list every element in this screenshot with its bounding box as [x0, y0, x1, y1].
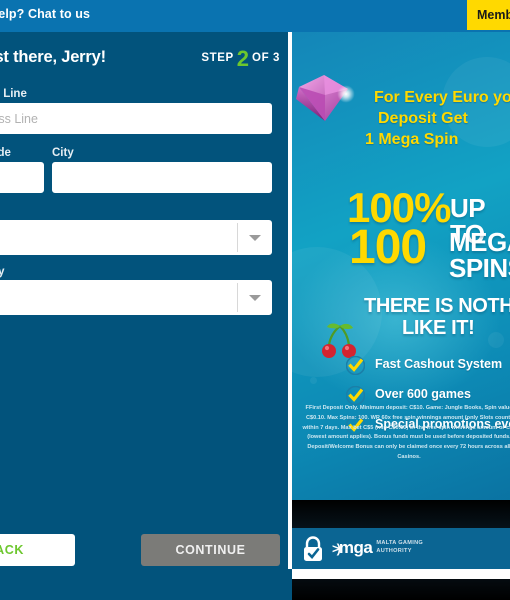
form-header: Almost there, Jerry! STEP2OF 3	[0, 32, 288, 80]
promo-amount: 100	[349, 221, 427, 274]
country-select-box[interactable]	[0, 220, 272, 255]
check-icon	[346, 356, 365, 375]
back-button[interactable]: BACK	[0, 534, 75, 566]
currency-select[interactable]	[0, 280, 272, 315]
promo-headline-2: LIKE IT!	[402, 317, 475, 339]
promo-line-2: Deposit Get	[378, 110, 468, 127]
feature-label: Fast Cashout System	[375, 357, 503, 371]
promo-terms-text: FFirst Deposit Only. Minimum deposit: C$…	[302, 405, 510, 460]
post-code-input[interactable]	[0, 162, 44, 193]
step-total: OF 3	[252, 52, 280, 64]
chevron-down-icon[interactable]	[249, 295, 261, 301]
promo-mega: MEGA	[449, 227, 510, 257]
city-label: City	[52, 147, 74, 159]
page-root: Need help? Chat to us Members Login Almo…	[0, 0, 510, 600]
decorative-bubble	[310, 377, 317, 384]
footer-bottom-black	[292, 579, 510, 600]
decorative-bubble	[488, 332, 504, 348]
feature-label: Over 600 games	[375, 387, 471, 401]
mga-arrow-icon: >)	[332, 540, 341, 556]
country-select[interactable]	[0, 220, 272, 255]
mga-logo: >)mga MALTA GAMING AUTHORITY	[332, 538, 423, 558]
step-number: 2	[236, 46, 250, 71]
check-icon	[346, 386, 365, 405]
city-input[interactable]	[52, 162, 272, 193]
cherries-icon	[322, 323, 356, 358]
mga-name: mga	[338, 538, 373, 557]
top-bar: Need help? Chat to us	[0, 0, 510, 32]
chevron-down-icon[interactable]	[249, 235, 261, 241]
footer-gap	[292, 500, 510, 528]
mga-footer-bar: >)mga MALTA GAMING AUTHORITY	[292, 528, 510, 569]
promo-spins: SPINS	[449, 253, 510, 283]
promo-headline-1: THERE IS NOTHING	[364, 295, 510, 317]
sparkle-icon	[336, 84, 356, 104]
lock-check-icon	[304, 536, 322, 561]
currency-select-box[interactable]	[0, 280, 272, 315]
page-bottom-fill	[0, 569, 292, 600]
address-line-input[interactable]	[0, 103, 272, 134]
promo-line-3: 1 Mega Spin	[365, 131, 459, 148]
mga-authority-text: MALTA GAMING AUTHORITY	[376, 540, 424, 554]
currency-select-divider	[237, 283, 238, 312]
currency-label: Currency	[0, 266, 5, 278]
chat-to-us-link[interactable]: Need help? Chat to us	[0, 7, 90, 21]
country-select-divider	[237, 223, 238, 252]
continue-button[interactable]: CONTINUE	[141, 534, 280, 566]
post-code-label: Post Code	[0, 147, 11, 159]
promo-line-1: For Every Euro you	[374, 89, 510, 106]
step-label: STEP	[201, 52, 234, 64]
address-line-label: Address Line	[0, 88, 27, 100]
feature-item: Fast Cashout System	[346, 356, 510, 378]
step-indicator: STEP 2 OF 3	[201, 48, 280, 70]
promo-banner[interactable]: For Every Euro you Deposit Get 1 Mega Sp…	[292, 32, 510, 528]
registration-form-panel: Almost there, Jerry! STEP2OF 3 Address L…	[0, 32, 288, 569]
members-login-button[interactable]: Members Login	[467, 0, 510, 30]
page-title: Almost there, Jerry!	[0, 48, 106, 66]
